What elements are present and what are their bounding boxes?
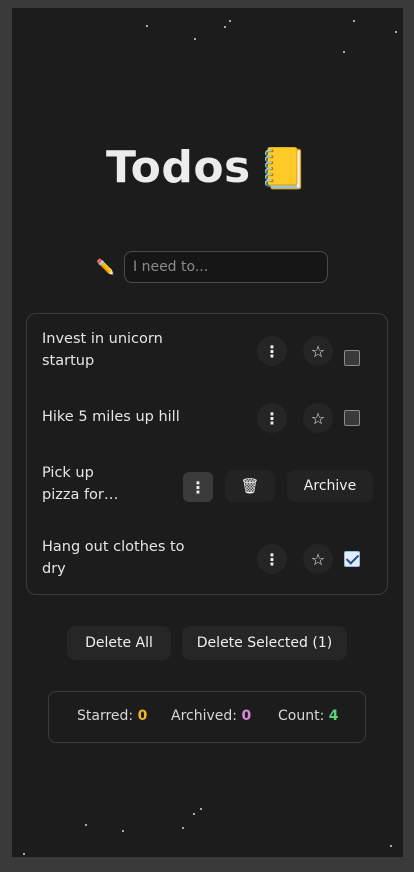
archive-button[interactable]: Archive — [287, 470, 373, 502]
delete-all-button[interactable]: Delete All — [67, 626, 171, 660]
star-decoration — [343, 51, 345, 53]
star-decoration — [23, 853, 25, 855]
todo-text: Invest in unicorn startup — [42, 328, 163, 372]
todo-text-line: Hang out clothes to — [42, 539, 185, 555]
todo-text-line: Hike 5 miles up hill — [42, 409, 180, 425]
trash-icon[interactable]: 🗑 — [225, 470, 275, 502]
star-decoration — [353, 20, 355, 22]
count-value: 4 — [328, 708, 339, 724]
more-options-icon[interactable]: ⋮ — [257, 403, 287, 433]
count-label: Count: — [278, 708, 325, 724]
starred-stat: Starred: 0 — [77, 708, 147, 724]
star-decoration — [85, 824, 87, 826]
todo-checkbox[interactable] — [344, 350, 360, 366]
page-title: Todos 📒 — [12, 142, 403, 193]
star-decoration — [194, 38, 196, 40]
todo-row: Hike 5 miles up hill ⋮ ☆ — [27, 388, 387, 448]
todo-checkbox-checked[interactable] — [344, 551, 360, 567]
star-decoration — [182, 827, 184, 829]
delete-selected-button[interactable]: Delete Selected (1) — [182, 626, 347, 660]
more-options-icon[interactable]: ⋮ — [257, 336, 287, 366]
todo-text-line: pizza for… — [42, 487, 119, 503]
starred-label: Starred: — [77, 708, 134, 724]
app-frame: Todos📒 ✏️ Invest in unicorn startup ⋮ ☆ … — [12, 8, 403, 857]
todo-input[interactable] — [124, 251, 328, 283]
archived-label: Archived: — [171, 708, 237, 724]
todo-list: Invest in unicorn startup ⋮ ☆ Hike 5 mil… — [26, 313, 388, 595]
todo-text: Hike 5 miles up hill — [42, 406, 180, 428]
archived-count: 0 — [241, 708, 252, 724]
more-options-icon[interactable]: ⋮ — [257, 544, 287, 574]
page-title-text: Todos — [105, 142, 251, 193]
star-decoration — [200, 808, 202, 810]
todo-row: Invest in unicorn startup ⋮ ☆ — [27, 321, 387, 381]
todo-checkbox[interactable] — [344, 410, 360, 426]
todo-text: Pick up pizza for… — [42, 462, 118, 506]
todo-row: Hang out clothes to dry ⋮ ☆ — [27, 526, 387, 586]
star-icon[interactable]: ☆ — [303, 544, 333, 574]
more-options-icon[interactable]: ⋮ — [183, 472, 213, 502]
pencil-icon: ✏️ — [96, 258, 115, 276]
archived-stat: Archived: 0 — [171, 708, 251, 724]
star-decoration — [395, 31, 397, 33]
star-icon[interactable]: ☆ — [303, 336, 333, 366]
todo-entry: ✏️ — [96, 251, 328, 283]
notebook-icon: 📒 — [258, 146, 310, 192]
starred-count: 0 — [137, 708, 148, 724]
todo-text-line: dry — [42, 561, 66, 577]
star-decoration — [193, 813, 195, 815]
star-decoration — [146, 25, 148, 27]
todo-text-line: startup — [42, 353, 95, 369]
star-decoration — [229, 20, 231, 22]
star-decoration — [390, 845, 392, 847]
star-decoration — [122, 830, 124, 832]
todo-row-expanded: Pick up pizza for… ⋮ 🗑 Archive — [27, 457, 387, 517]
star-decoration — [224, 26, 226, 28]
todo-text-line: Pick up — [42, 465, 94, 481]
star-icon[interactable]: ☆ — [303, 403, 333, 433]
todo-text-line: Invest in unicorn — [42, 331, 163, 347]
stats-panel: Starred: 0 Archived: 0 Count: 4 — [48, 691, 366, 743]
count-stat: Count: 4 — [278, 708, 339, 724]
todo-text: Hang out clothes to dry — [42, 536, 185, 580]
